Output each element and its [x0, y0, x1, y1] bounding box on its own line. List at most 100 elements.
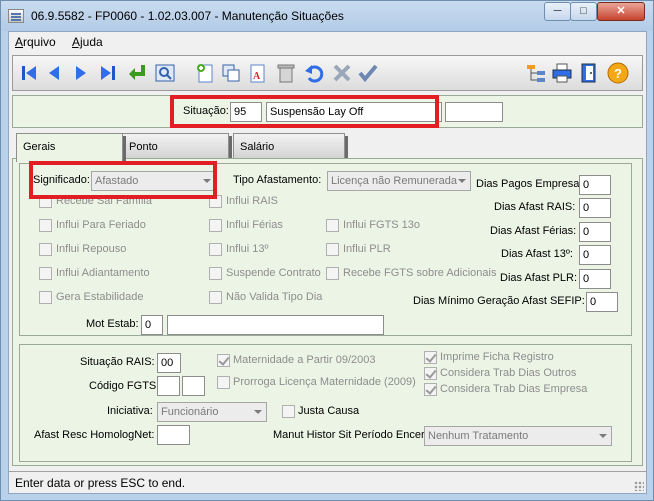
- maximize-button[interactable]: □: [570, 2, 597, 21]
- chevron-down-icon: [599, 434, 607, 438]
- manut-histor-select[interactable]: Nenhum Tratamento: [424, 426, 612, 446]
- menu-bar: Arquivo Ajuda: [9, 32, 646, 52]
- prorroga-checkbox[interactable]: [217, 376, 230, 389]
- dias-afast-plr-label: Dias Afast PLR:: [500, 272, 578, 284]
- tipo-afastamento-value: Licença não Remunerada: [331, 175, 457, 187]
- window-title: 06.9.5582 - FP0060 - 1.02.03.007 - Manut…: [31, 9, 344, 23]
- last-record-icon[interactable]: [97, 62, 119, 84]
- iniciativa-select[interactable]: Funcionário: [157, 402, 267, 422]
- codigo-fgts-input-1[interactable]: [157, 376, 180, 396]
- tab-salario[interactable]: Salário: [233, 133, 345, 159]
- prorroga-label: Prorroga Licença Maternidade (2009): [233, 376, 416, 388]
- tree-icon[interactable]: [525, 62, 547, 84]
- influi-plr-checkbox[interactable]: [326, 243, 339, 256]
- menu-ajuda-rest: uda: [82, 35, 103, 49]
- next-record-icon[interactable]: [70, 62, 92, 84]
- influi-fgts13-checkbox[interactable]: [326, 219, 339, 232]
- exit-icon[interactable]: [578, 62, 600, 84]
- recebe-fgts-adicionais-checkbox[interactable]: [326, 267, 339, 280]
- gera-estabilidade-label: Gera Estabilidade: [56, 291, 144, 303]
- status-bar: Enter data or press ESC to end.: [9, 471, 646, 493]
- considera-empresa-label: Considera Trab Dias Empresa: [440, 383, 588, 395]
- suspende-contrato-checkbox[interactable]: [209, 267, 222, 280]
- dias-afast-rais-input[interactable]: 0: [579, 198, 611, 218]
- confirm-icon[interactable]: [357, 62, 379, 84]
- tab-ponto[interactable]: Ponto: [122, 133, 229, 159]
- menu-ajuda[interactable]: Ajuda: [72, 35, 103, 49]
- undo-icon[interactable]: [303, 62, 325, 84]
- codigo-fgts-input-2[interactable]: [182, 376, 205, 396]
- menu-ajuda-accel: Aj: [72, 35, 83, 49]
- dias-afast-ferias-label: Dias Afast Férias:: [490, 225, 577, 237]
- chevron-down-icon: [254, 410, 262, 414]
- prev-record-icon[interactable]: [43, 62, 65, 84]
- menu-arquivo-accel: A: [15, 35, 24, 49]
- chevron-down-icon: [458, 179, 466, 183]
- influi-feriado-checkbox[interactable]: [39, 219, 52, 232]
- help-icon[interactable]: ?: [607, 62, 629, 84]
- influi-13-label: Influi 13º: [226, 243, 269, 255]
- tipo-afastamento-select[interactable]: Licença não Remunerada: [327, 171, 471, 191]
- dias-pagos-empresa-input[interactable]: 0: [579, 175, 611, 195]
- dias-afast-plr-input[interactable]: 0: [579, 269, 611, 289]
- nao-valida-tipo-dia-label: Não Valida Tipo Dia: [226, 291, 323, 303]
- gerais-lower-group: Situação RAIS: 00 Código FGTS: Iniciativ…: [19, 344, 632, 462]
- dias-afast-ferias-input[interactable]: 0: [579, 222, 611, 242]
- maternidade-checkbox[interactable]: [217, 354, 230, 367]
- svg-text:A: A: [253, 71, 261, 82]
- iniciativa-label: Iniciativa:: [107, 405, 153, 417]
- highlight-significado: [29, 161, 217, 199]
- delete-icon[interactable]: [275, 62, 297, 84]
- print-icon[interactable]: [551, 62, 573, 84]
- minimize-button[interactable]: ─: [544, 2, 571, 21]
- toolbar: A ?: [12, 55, 643, 91]
- gera-estabilidade-checkbox[interactable]: [39, 291, 52, 304]
- situacao-extra-input[interactable]: [445, 102, 503, 122]
- situacao-rais-input[interactable]: 00: [157, 353, 181, 373]
- considera-empresa-checkbox[interactable]: [424, 383, 437, 396]
- mot-estab-desc-input[interactable]: [167, 315, 384, 335]
- highlight-situacao: [170, 95, 439, 128]
- tab-gerais[interactable]: Gerais: [16, 133, 123, 162]
- maternidade-label: Maternidade a Partir 09/2003: [233, 354, 376, 366]
- imprime-ficha-label: Imprime Ficha Registro: [440, 351, 554, 363]
- mot-estab-code-input[interactable]: 0: [141, 315, 163, 335]
- nao-valida-tipo-dia-checkbox[interactable]: [209, 291, 222, 304]
- cancel-icon[interactable]: [331, 62, 353, 84]
- influi-fgts13-label: Influi FGTS 13o: [343, 219, 421, 231]
- app-icon: [8, 9, 24, 23]
- considera-outros-checkbox[interactable]: [424, 367, 437, 380]
- dias-afast-13-input[interactable]: 0: [579, 245, 611, 265]
- dias-minimo-sefip-input[interactable]: 0: [586, 292, 618, 312]
- influi-feriado-label: Influi Para Feriado: [56, 219, 146, 231]
- imprime-ficha-checkbox[interactable]: [424, 351, 437, 364]
- copy-record-icon[interactable]: [220, 62, 242, 84]
- iniciativa-value: Funcionário: [161, 406, 219, 418]
- suspende-contrato-label: Suspende Contrato: [226, 267, 321, 279]
- return-icon[interactable]: [126, 62, 148, 84]
- dias-minimo-sefip-label: Dias Mínimo Geração Afast SEFIP:: [413, 295, 585, 307]
- rename-icon[interactable]: A: [247, 62, 269, 84]
- search-icon[interactable]: [154, 62, 176, 84]
- close-button[interactable]: ✕: [597, 2, 645, 21]
- first-record-icon[interactable]: [18, 62, 40, 84]
- influi-ferias-checkbox[interactable]: [209, 219, 222, 232]
- dias-pagos-empresa-label: Dias Pagos Empresa:: [476, 178, 583, 190]
- influi-13-checkbox[interactable]: [209, 243, 222, 256]
- afast-resc-label: Afast Resc HomologNet:: [34, 429, 155, 441]
- add-record-icon[interactable]: [194, 62, 216, 84]
- influi-ferias-label: Influi Férias: [226, 219, 283, 231]
- justa-causa-checkbox[interactable]: [282, 405, 295, 418]
- afast-resc-input[interactable]: [157, 425, 190, 445]
- influi-repouso-checkbox[interactable]: [39, 243, 52, 256]
- tab-salario-shadow: [345, 136, 348, 159]
- application-window: 06.9.5582 - FP0060 - 1.02.03.007 - Manut…: [0, 0, 654, 501]
- tab-gerais-content: Significado: Afastado Tipo Afastamento: …: [12, 158, 643, 466]
- influi-adiantamento-checkbox[interactable]: [39, 267, 52, 280]
- situacao-rais-label: Situação RAIS:: [80, 356, 155, 368]
- considera-outros-label: Considera Trab Dias Outros: [440, 367, 577, 379]
- resize-grip-icon[interactable]: [634, 481, 644, 491]
- title-bar[interactable]: 06.9.5582 - FP0060 - 1.02.03.007 - Manut…: [1, 1, 653, 31]
- manut-histor-label: Manut Histor Sit Período Encer:: [273, 429, 428, 441]
- menu-arquivo[interactable]: Arquivo: [15, 35, 56, 49]
